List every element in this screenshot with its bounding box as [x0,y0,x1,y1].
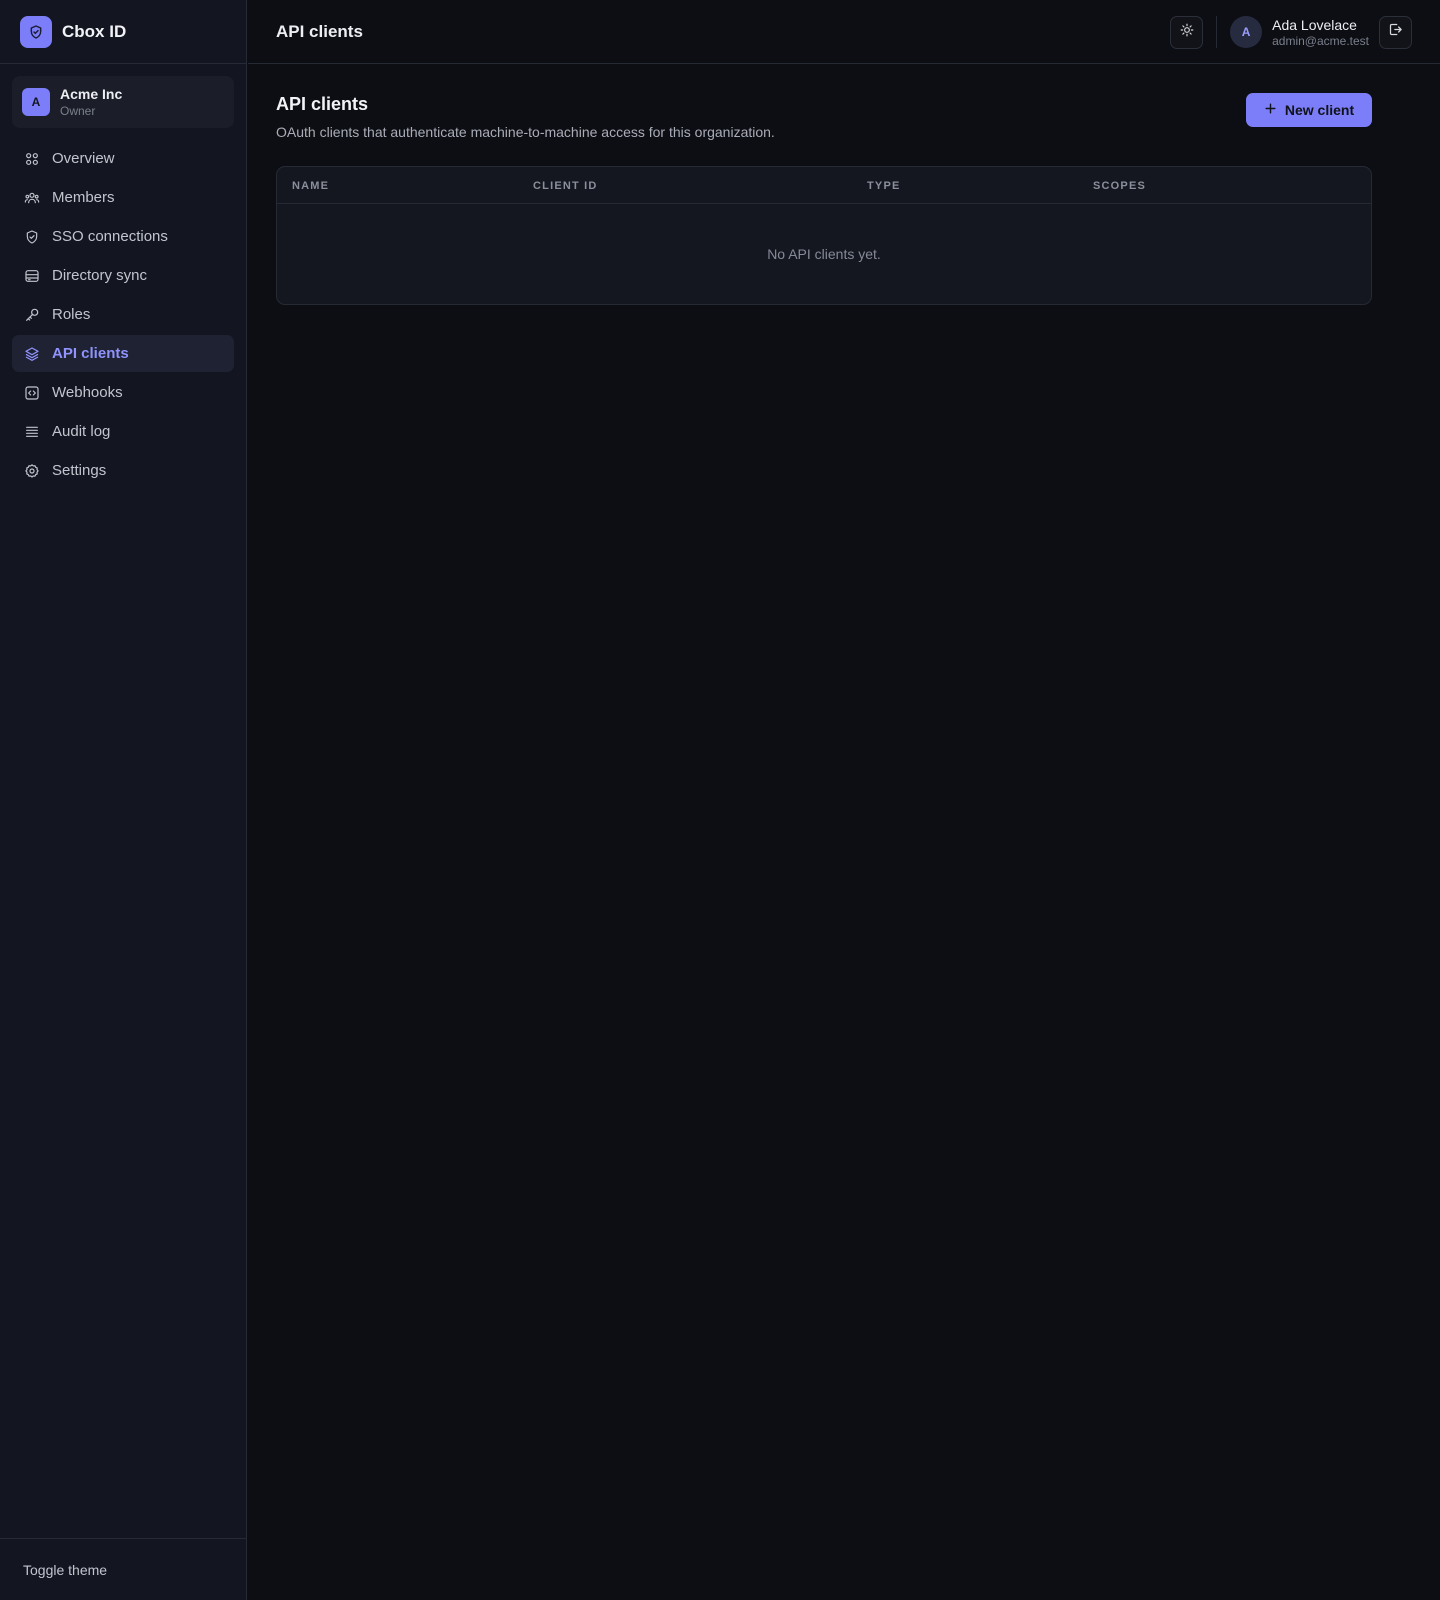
brand[interactable]: Cbox ID [0,0,246,64]
sidebar-item-audit-log[interactable]: Audit log [12,413,234,450]
sidebar-item-label: API clients [52,345,129,362]
grid-icon [24,151,40,167]
sidebar-item-label: Directory sync [52,267,148,284]
api-clients-table: NAME CLIENT ID TYPE SCOPES No API client… [276,166,1372,305]
code-square-icon [24,385,40,401]
plus-icon [1264,102,1285,118]
org-role: Owner [60,104,96,118]
theme-toggle-button[interactable] [1170,15,1204,49]
toggle-theme-button[interactable]: Toggle theme [23,1562,107,1578]
key-icon [24,307,40,323]
user-name: Ada Lovelace [1272,16,1357,33]
sidebar-item-settings[interactable]: Settings [12,452,234,489]
new-client-button[interactable]: New client [1246,93,1372,127]
page-title: API clients [276,94,369,114]
sidebar-item-label: Settings [52,462,107,479]
sun-icon [1180,23,1194,42]
table-header: NAME CLIENT ID TYPE SCOPES [277,167,1371,204]
user-area: A Ada Lovelace admin@acme.test [1170,15,1412,49]
org-avatar: A [22,88,50,116]
shield-check-icon [24,229,40,245]
column-header-type[interactable]: TYPE [867,180,901,192]
sidebar-item-overview[interactable]: Overview [12,140,234,177]
sidebar-item-label: Roles [52,306,91,323]
list-icon [24,424,40,440]
org-switcher[interactable]: A Acme Inc Owner [12,76,234,128]
divider [1216,16,1218,48]
app-name: Cbox ID [62,21,127,41]
new-client-label: New client [1284,102,1355,118]
topbar-title: API clients [276,21,363,41]
sidebar: Cbox ID A Acme Inc Owner Overview Member… [0,0,247,1600]
database-icon [24,268,40,284]
sidebar-item-members[interactable]: Members [12,179,234,216]
sidebar-item-sso-connections[interactable]: SSO connections [12,218,234,255]
sidebar-item-webhooks[interactable]: Webhooks [12,374,234,411]
sidebar-item-label: Overview [52,150,115,167]
sidebar-item-label: Audit log [52,423,111,440]
sign-out-button[interactable] [1379,15,1412,49]
sidebar-item-directory-sync[interactable]: Directory sync [12,257,234,294]
sidebar-item-roles[interactable]: Roles [12,296,234,333]
gear-icon [24,463,40,479]
sign-out-icon [1388,22,1403,42]
avatar[interactable]: A [1230,16,1263,48]
sidebar-item-api-clients[interactable]: API clients [12,335,234,372]
column-header-client-id[interactable]: CLIENT ID [533,180,598,192]
column-header-scopes[interactable]: SCOPES [1093,180,1146,192]
shield-logo-icon [20,15,52,48]
sidebar-item-label: SSO connections [52,228,168,245]
sidebar-nav: Overview Members SSO connections Directo… [12,140,234,491]
page-subtitle: OAuth clients that authenticate machine-… [276,124,775,140]
topbar: API clients A Ada Lovelace admin@acme.te… [248,0,1440,64]
sidebar-footer: Toggle theme [0,1538,247,1600]
layers-icon [24,346,40,362]
empty-state: No API clients yet. [767,246,881,262]
sidebar-item-label: Webhooks [52,384,123,401]
user-email: admin@acme.test [1272,33,1369,48]
users-icon [24,190,40,206]
column-header-name[interactable]: NAME [292,180,329,192]
org-name: Acme Inc [60,86,123,102]
sidebar-item-label: Members [52,189,115,206]
